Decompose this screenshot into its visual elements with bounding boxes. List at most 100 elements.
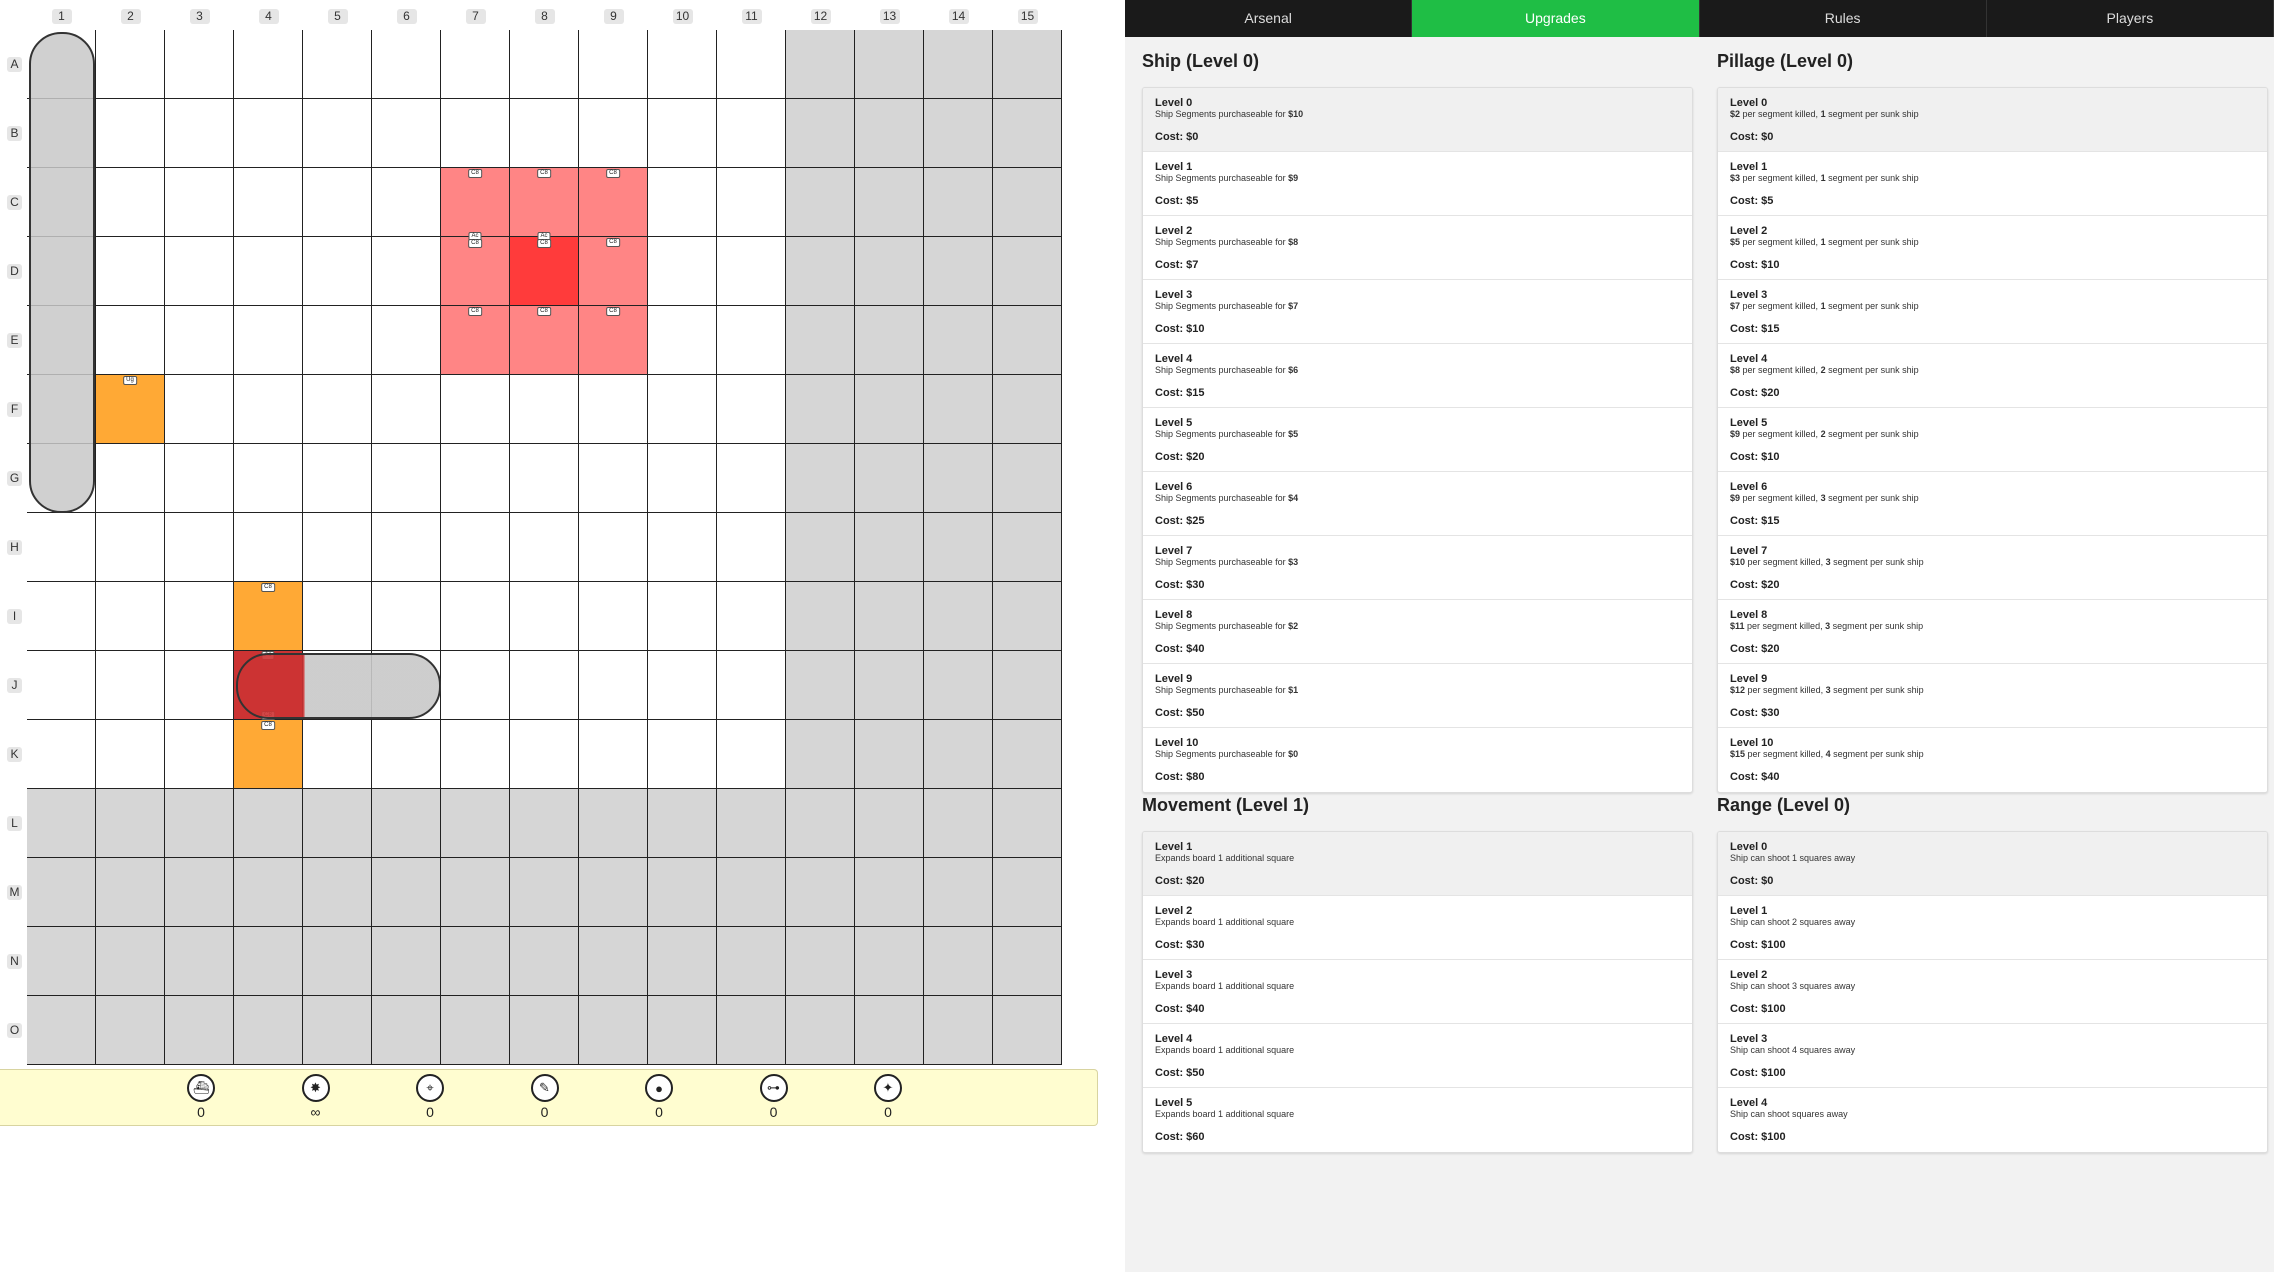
board-cell[interactable] [441,789,510,858]
board-cell[interactable] [993,306,1062,375]
ship-segment-icon[interactable]: ⛴ [187,1074,215,1102]
board-cell[interactable] [717,720,786,789]
board-cell[interactable]: C8 [579,168,648,237]
board-cell[interactable] [855,168,924,237]
board-cell[interactable] [648,858,717,927]
board-cell[interactable] [579,858,648,927]
board-cell[interactable] [993,444,1062,513]
board-cell[interactable] [441,651,510,720]
board-cell[interactable] [165,306,234,375]
board-cell[interactable] [372,927,441,996]
board-cell[interactable] [717,30,786,99]
upgrade-level[interactable]: Level 1 $3 per segment killed, 1 segment … [1718,152,2267,216]
board-cell[interactable] [510,582,579,651]
board-cell[interactable] [96,30,165,99]
board-cell[interactable] [648,720,717,789]
board-cell[interactable] [510,858,579,927]
board-cell[interactable] [993,858,1062,927]
board-cell[interactable] [234,237,303,306]
board-cell[interactable] [717,582,786,651]
board-cell[interactable]: C8 [579,306,648,375]
board-cell[interactable] [924,927,993,996]
board-cell[interactable] [579,996,648,1065]
board-cell[interactable] [165,30,234,99]
board-cell[interactable] [165,582,234,651]
board-cell[interactable] [717,513,786,582]
board-cell[interactable] [96,99,165,168]
board-cell[interactable] [855,375,924,444]
arsenal-item[interactable]: ⊶ 0 [754,1074,794,1120]
board-cell[interactable] [786,582,855,651]
board-cell[interactable] [855,444,924,513]
upgrade-level[interactable]: Level 9 Ship Segments purchaseable for $1… [1143,664,1692,728]
board-cell[interactable] [234,306,303,375]
board-cell[interactable]: C8 [510,306,579,375]
arsenal-item[interactable]: ● 0 [639,1074,679,1120]
board-cell[interactable] [303,237,372,306]
board-cell[interactable] [303,720,372,789]
board-cell[interactable] [510,789,579,858]
board-cell[interactable] [855,651,924,720]
arsenal-item[interactable]: ⛴ 0 [181,1074,221,1120]
board-cell[interactable] [96,789,165,858]
upgrade-level[interactable]: Level 6 Ship Segments purchaseable for $4… [1143,472,1692,536]
board-cell[interactable] [441,927,510,996]
board-cell[interactable] [96,237,165,306]
upgrade-level[interactable]: Level 5 $9 per segment killed, 2 segment … [1718,408,2267,472]
board-cell[interactable] [372,375,441,444]
board-cell[interactable] [234,996,303,1065]
board-cell[interactable] [441,99,510,168]
board-cell[interactable] [786,237,855,306]
arsenal-item[interactable]: ✎ 0 [525,1074,565,1120]
upgrade-level[interactable]: Level 7 $10 per segment killed, 3 segment… [1718,536,2267,600]
board-cell[interactable] [303,927,372,996]
board-cell[interactable] [924,306,993,375]
board-cell[interactable] [786,444,855,513]
board-cell[interactable] [234,858,303,927]
board-cell[interactable] [993,375,1062,444]
board-cell[interactable] [924,237,993,306]
board-cell[interactable] [96,996,165,1065]
board-cell[interactable] [372,168,441,237]
board-cell[interactable] [648,582,717,651]
board-cell[interactable] [648,444,717,513]
ship-horizontal[interactable] [236,653,441,719]
board-cell[interactable] [993,720,1062,789]
board-cell[interactable] [441,720,510,789]
board-cell[interactable]: Ug [96,375,165,444]
board-cell[interactable] [165,927,234,996]
upgrade-level[interactable]: Level 3 Ship can shoot 4 squares away Cost… [1718,1024,2267,1088]
board-cell[interactable] [441,996,510,1065]
board-cell[interactable]: AcC8 [441,232,510,306]
board-cell[interactable] [165,237,234,306]
board-cell[interactable] [96,858,165,927]
board-cell[interactable]: C8 [441,168,510,237]
board-cell[interactable] [855,927,924,996]
board-cell[interactable] [786,30,855,99]
board-cell[interactable] [303,306,372,375]
board-cell[interactable] [165,375,234,444]
board-cell[interactable] [510,30,579,99]
board-cell[interactable] [924,651,993,720]
board-cell[interactable] [993,99,1062,168]
board-cell[interactable] [372,30,441,99]
board-cell[interactable] [441,444,510,513]
board-cell[interactable] [510,444,579,513]
board-cell[interactable] [27,996,96,1065]
board-cell[interactable] [579,927,648,996]
board-cell[interactable] [717,375,786,444]
board-cell[interactable] [27,513,96,582]
upgrade-level[interactable]: Level 4 $8 per segment killed, 2 segment … [1718,344,2267,408]
board-cell[interactable]: C8 [234,582,303,651]
board-cell[interactable] [27,651,96,720]
upgrade-level[interactable]: Level 2 Expands board 1 additional square… [1143,896,1692,960]
board-cell[interactable] [234,168,303,237]
board-cell[interactable] [924,858,993,927]
board-cell[interactable] [372,789,441,858]
board-cell[interactable] [786,306,855,375]
board-cell[interactable] [96,168,165,237]
board-cell[interactable] [303,789,372,858]
board-cell[interactable] [993,168,1062,237]
board-cell[interactable] [372,858,441,927]
board-cell[interactable] [924,168,993,237]
